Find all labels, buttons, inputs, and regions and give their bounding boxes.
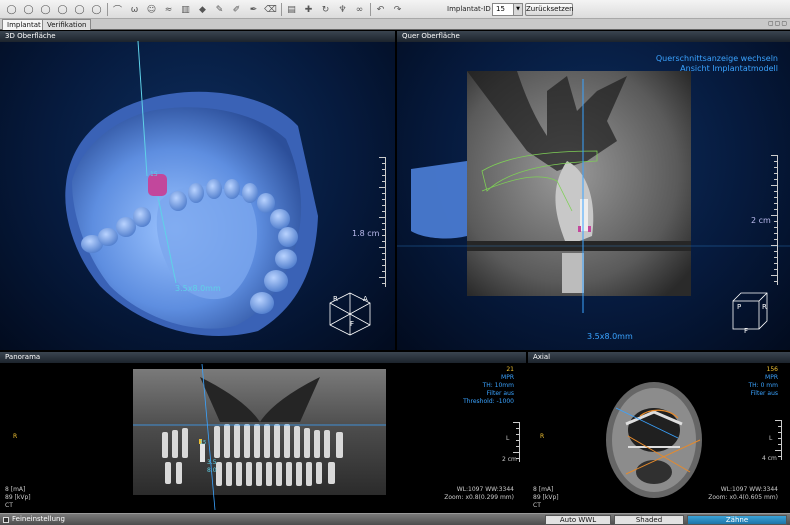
orientation-marker-r: R (13, 433, 18, 440)
mode-label: MPR (501, 374, 514, 381)
filter-label: Filter aus (486, 390, 514, 397)
scale-ruler (775, 420, 782, 460)
window-layout-icons[interactable]: ▢▢▢ (768, 20, 788, 27)
brush-tool-icon[interactable]: ✐ (229, 2, 244, 17)
eraser-tool-icon[interactable]: ⌫ (263, 2, 278, 17)
status-bar: Feineinstellung Auto WWL Shaded Zähne (0, 513, 790, 525)
tooth-outline-4-icon[interactable]: ◯ (55, 2, 70, 17)
scale-label: 4 cm (762, 455, 777, 462)
cube-label-a: A (363, 295, 368, 303)
toolbar-separator (370, 3, 371, 16)
reset-button[interactable]: Zurücksetzen (525, 3, 574, 16)
tube-voltage: 89 [kVp] (533, 494, 559, 501)
scale-label: 1.8 cm (352, 229, 380, 238)
jaw-tool-icon[interactable]: ω (127, 2, 142, 17)
toolbar-separator (281, 3, 282, 16)
crown-tool-icon[interactable]: ◆ (195, 2, 210, 17)
slice-number: 156 (766, 366, 778, 373)
implant-id-select[interactable]: 15 ▼ (492, 3, 523, 16)
cube-label-r: R (762, 303, 767, 311)
toolbar-separator (107, 3, 108, 16)
thickness-label: TH: 10mm (482, 382, 514, 389)
scan-tool-icon[interactable]: ▤ (284, 2, 299, 17)
pencil-tool-icon[interactable]: ✎ (212, 2, 227, 17)
mode-label: MPR (765, 374, 778, 381)
implant-screw (200, 444, 205, 462)
modality: CT (533, 502, 541, 509)
chevron-down-icon: ▼ (513, 4, 522, 15)
tooth-outline-5-icon[interactable]: ◯ (72, 2, 87, 17)
implant-id-value: 15 (496, 5, 505, 13)
implant-screw (580, 199, 588, 231)
tooth-outline-1-icon[interactable]: ◯ (4, 2, 19, 17)
slice-number: 21 (506, 366, 514, 373)
scale-label: 2 cm (502, 456, 517, 463)
implant-size-label: 3.5x8.0mm (587, 332, 633, 341)
main-toolbar: ◯ ◯ ◯ ◯ ◯ ◯ ⌒ ω ☺ ≈ ▥ ◆ ✎ ✐ ✒ ⌫ ▤ ✚ ↻ ♆ ∞ ↶ ↷ Implantat-ID : 1… (0, 0, 790, 19)
modality: CT (5, 502, 13, 509)
cube-label-f: F (350, 320, 355, 328)
panel-cross-section[interactable]: Quer Oberfläche Querschnittsanzeige wech… (397, 31, 790, 350)
rotate-tool-icon[interactable]: ↻ (318, 2, 333, 17)
orientation-marker-r: R (540, 433, 545, 440)
mouth-tool-icon[interactable]: ☺ (144, 2, 159, 17)
fine-adjust-checkbox[interactable] (3, 517, 9, 523)
implant-length-label: 8.0 (207, 467, 217, 474)
tooth-tool-icon[interactable]: ♆ (335, 2, 350, 17)
teeth-button[interactable]: Zähne (687, 515, 787, 525)
tooth-outline-6-icon[interactable]: ◯ (89, 2, 104, 17)
tooth-outline-3-icon[interactable]: ◯ (38, 2, 53, 17)
shaded-button[interactable]: Shaded (614, 515, 684, 525)
pen-tool-icon[interactable]: ✒ (246, 2, 261, 17)
implant-diameter-label: 3.5 (207, 459, 217, 466)
zoom-level: Zoom: x0.8(0.299 mm) (444, 494, 514, 501)
window-level: WL:1097 WW:3344 (456, 486, 514, 493)
panel-axial[interactable]: Axial R L 156 MPR TH: 0 mm Filter aus 4 … (528, 352, 790, 512)
tube-voltage: 89 [kVp] (5, 494, 31, 501)
hook-tool-icon[interactable]: ⌒ (110, 2, 125, 17)
undo-icon[interactable]: ↶ (373, 2, 388, 17)
scale-label: 2 cm (751, 216, 771, 225)
implant-size-label: 3.5x8.0mm (175, 284, 221, 293)
window-level: WL:1097 WW:3344 (720, 486, 778, 493)
cube-label-f: F (744, 327, 749, 335)
glasses-tool-icon[interactable]: ∞ (352, 2, 367, 17)
filter-label: Filter aus (750, 390, 778, 397)
cube-label-p: P (737, 303, 742, 311)
fine-adjust-label: Feineinstellung (12, 515, 65, 523)
threshold-label: Threshold: -1000 (463, 398, 514, 405)
tooth-outline-2-icon[interactable]: ◯ (21, 2, 36, 17)
redo-icon[interactable]: ↷ (390, 2, 405, 17)
tab-bar: Implantat Verifikation ▢▢▢ (0, 19, 790, 30)
cube-label-r: R (333, 295, 338, 303)
implant-tool-icon[interactable]: ✚ (301, 2, 316, 17)
tube-current: 8 [mA] (533, 486, 554, 493)
tab-verifikation[interactable]: Verifikation (42, 19, 92, 30)
implant-id-label: Implantat-ID : (447, 5, 496, 13)
tube-current: 8 [mA] (5, 486, 26, 493)
panel-panorama[interactable]: Panorama 15 3.5 8.0 R L 21 MPR TH: 10mm … (0, 352, 526, 512)
auto-wwl-button[interactable]: Auto WWL (545, 515, 611, 525)
orientation-marker-l: L (506, 435, 510, 442)
tooth-number-label: 15 (150, 171, 158, 178)
tooth-number-label: 15 (200, 440, 207, 446)
panel-3d-surface[interactable]: 3D Oberfläche 15 3.5x8.0mm 1.8 cm R A F (0, 31, 395, 350)
bone-tool-icon[interactable]: ▥ (178, 2, 193, 17)
orientation-cube[interactable] (732, 292, 768, 330)
nerve-tool-icon[interactable]: ≈ (161, 2, 176, 17)
scale-ruler (771, 155, 778, 285)
thickness-label: TH: 0 mm (748, 382, 778, 389)
tab-implantat[interactable]: Implantat (2, 19, 46, 30)
scale-ruler (379, 157, 386, 287)
zoom-level: Zoom: x0.4(0.605 mm) (708, 494, 778, 501)
ct-cross-section-image[interactable] (397, 31, 790, 350)
orientation-marker-l: L (769, 435, 773, 442)
